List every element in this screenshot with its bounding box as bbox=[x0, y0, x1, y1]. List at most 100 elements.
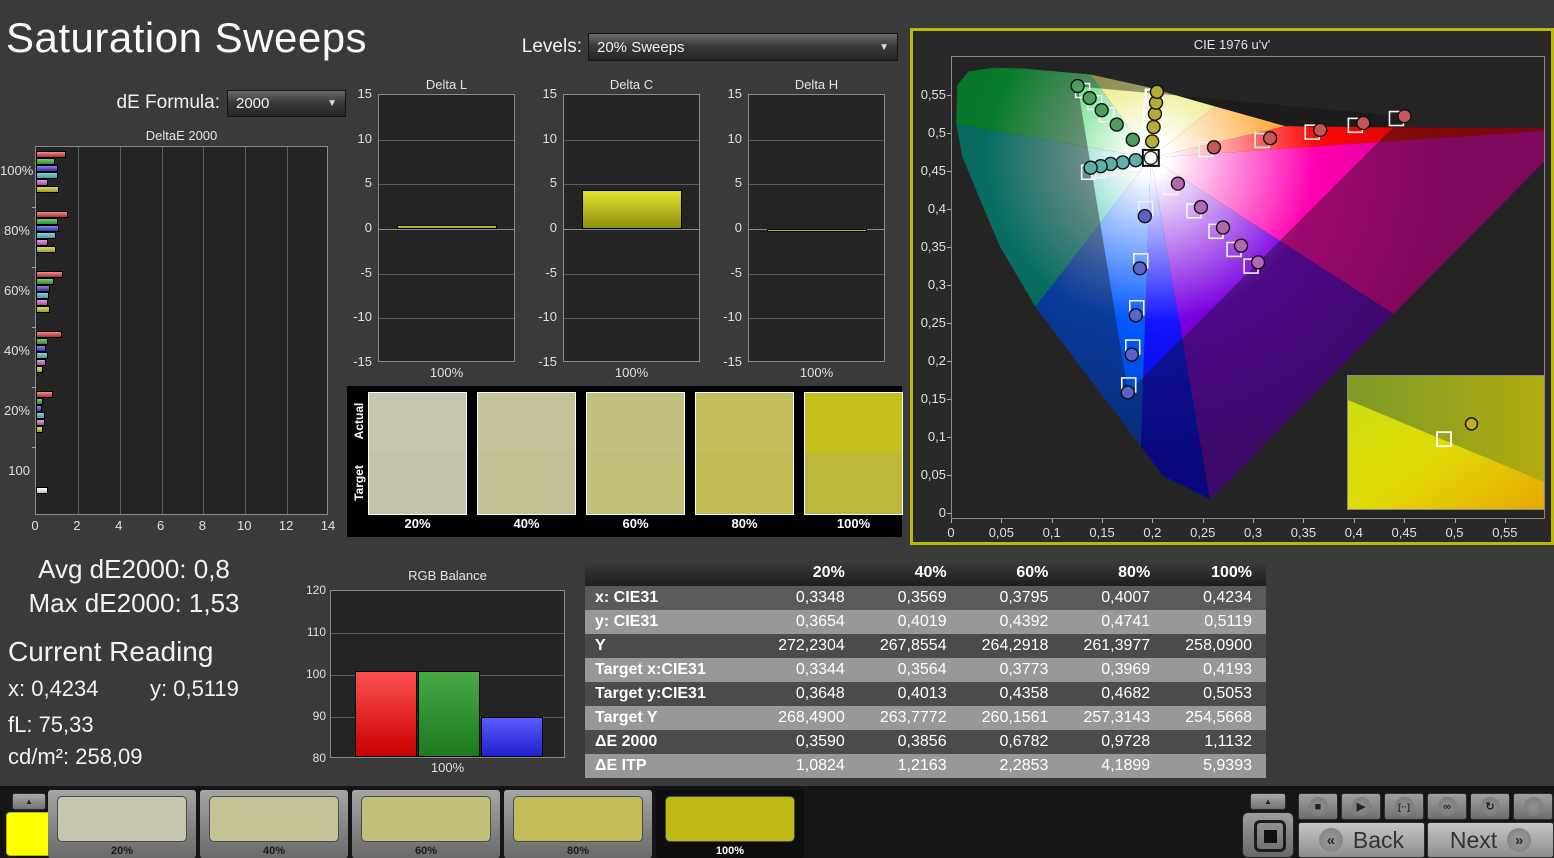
de-formula-value: 2000 bbox=[236, 95, 270, 112]
rgb-y-tick: 120 bbox=[305, 583, 326, 597]
table-cell: 0,3590 bbox=[757, 730, 859, 754]
table-cell: 268,4900 bbox=[757, 706, 859, 730]
sample-tile-20%[interactable]: 20% bbox=[48, 790, 196, 858]
table-cell: 0,9728 bbox=[1062, 730, 1165, 754]
pattern-window-button[interactable] bbox=[1242, 812, 1294, 858]
record-button[interactable] bbox=[1513, 793, 1553, 820]
deltae-bar-red bbox=[36, 271, 64, 278]
axis-tick bbox=[1202, 519, 1204, 523]
measured-point-marker bbox=[1115, 155, 1130, 170]
table-row-label: Target Y bbox=[585, 706, 757, 730]
grid-line bbox=[161, 147, 163, 514]
table-cell: 0,3344 bbox=[757, 658, 859, 682]
table-cell: 0,4013 bbox=[858, 682, 961, 706]
de-formula-dropdown[interactable]: 2000 ▼ bbox=[227, 90, 346, 117]
white-point-marker bbox=[1143, 150, 1158, 166]
back-button[interactable]: « Back bbox=[1298, 822, 1425, 858]
delta-y-tick: 15 bbox=[542, 86, 557, 101]
sample-tile-swatch bbox=[361, 796, 491, 842]
axis-tick bbox=[947, 95, 951, 96]
play-button[interactable]: ▶ bbox=[1341, 793, 1381, 820]
sample-tile-60%[interactable]: 60% bbox=[352, 790, 500, 858]
cie-title: CIE 1976 u'v' bbox=[1193, 37, 1271, 52]
cie-x-tick: 0,15 bbox=[1089, 525, 1115, 540]
axis-tick bbox=[947, 437, 951, 438]
de-formula-label: dE Formula: bbox=[116, 92, 220, 113]
deltae-bar-magenta bbox=[36, 419, 46, 426]
table-cell: 1,1132 bbox=[1164, 730, 1266, 754]
cie-y-tick: 0,2 bbox=[927, 353, 946, 368]
measured-point-marker bbox=[1128, 308, 1143, 323]
table-cell: 263,7772 bbox=[858, 706, 961, 730]
axis-tick bbox=[1152, 519, 1154, 523]
chevrons-right-icon: » bbox=[1507, 828, 1532, 852]
sample-swatch-target bbox=[805, 453, 902, 514]
table-cell: 254,5668 bbox=[1164, 706, 1266, 730]
measured-point-marker bbox=[1146, 119, 1161, 135]
grid-line bbox=[287, 147, 289, 514]
sample-swatch-target bbox=[369, 453, 466, 514]
sample-comparison-strip: Actual Target 20% 40% 60% 80% 100% bbox=[347, 386, 903, 537]
refresh-button[interactable]: ↻ bbox=[1470, 793, 1510, 820]
rgb-bar-red bbox=[355, 670, 417, 757]
sample-tile-label: 20% bbox=[110, 845, 134, 857]
deltae-x-tick: 10 bbox=[237, 518, 252, 533]
sample-tile-40%[interactable]: 40% bbox=[200, 790, 348, 858]
deltae-group-label: 20% bbox=[3, 403, 30, 418]
sample-tile-80%[interactable]: 80% bbox=[504, 790, 652, 858]
deltae-x-tick: 2 bbox=[73, 518, 81, 533]
delta-y-tick: 5 bbox=[734, 175, 742, 191]
cie-y-tick: 0,05 bbox=[920, 467, 946, 482]
reading-cdm2: cd/m²: 258,09 bbox=[8, 744, 143, 769]
cie-x-tick: 0,35 bbox=[1290, 525, 1317, 540]
table-cell: 0,3773 bbox=[960, 658, 1063, 682]
axis-tick bbox=[947, 171, 951, 172]
axis-tick bbox=[947, 323, 951, 324]
grid-line bbox=[379, 184, 514, 186]
delta-y-tick: 0 bbox=[364, 220, 372, 235]
table-cell: 2,2853 bbox=[960, 754, 1063, 778]
stop-button[interactable]: ■ bbox=[1298, 793, 1338, 820]
cie-x-tick: 0,55 bbox=[1492, 525, 1518, 540]
deltae-bar-magenta bbox=[36, 239, 48, 246]
expand-panel-button-left[interactable]: ▲ bbox=[12, 793, 46, 810]
deltae-bar-yellow bbox=[36, 426, 44, 433]
deltae-bar-red bbox=[36, 331, 63, 338]
deltae-bar-red bbox=[36, 211, 69, 218]
sample-tile-swatch bbox=[209, 796, 339, 842]
sample-swatch-label: 20% bbox=[404, 516, 431, 531]
sample-tile-100%[interactable]: 100% bbox=[656, 790, 804, 858]
continuous-icon: ∞ bbox=[1437, 797, 1457, 816]
grid-line bbox=[564, 229, 699, 230]
measured-point-marker bbox=[1083, 160, 1098, 175]
table-cell: 4,1899 bbox=[1062, 754, 1165, 778]
measured-point-marker bbox=[1082, 90, 1097, 106]
cie-y-tick: 0,45 bbox=[920, 163, 946, 178]
table-cell: 0,4682 bbox=[1062, 682, 1165, 706]
table-cell: 1,2163 bbox=[858, 754, 961, 778]
delta-y-tick: 15 bbox=[727, 86, 742, 101]
delta-y-tick: -5 bbox=[360, 264, 372, 280]
deltae-plot bbox=[32, 146, 328, 515]
sample-swatch-label: 80% bbox=[731, 516, 758, 531]
cie-x-tick: 0,4 bbox=[1344, 525, 1363, 540]
sample-swatch-actual bbox=[478, 393, 575, 454]
levels-dropdown[interactable]: 20% Sweeps ▼ bbox=[588, 33, 898, 61]
chevron-down-icon: ▼ bbox=[327, 98, 337, 109]
step-button[interactable]: [··] bbox=[1384, 793, 1424, 820]
delta-bar bbox=[397, 225, 497, 229]
cie-x-tick: 0,3 bbox=[1244, 525, 1263, 540]
delta-x-label: 100% bbox=[614, 365, 649, 380]
sample-swatch-actual bbox=[696, 393, 793, 454]
table-row-label: ΔE ITP bbox=[585, 754, 757, 778]
expand-panel-button-right[interactable]: ▲ bbox=[1250, 793, 1286, 810]
delta-y-tick: 10 bbox=[357, 130, 372, 146]
next-button[interactable]: Next » bbox=[1427, 822, 1554, 858]
delta-y-tick: 10 bbox=[542, 130, 557, 146]
deltae-bar-yellow bbox=[36, 246, 56, 253]
deltae-bar-magenta bbox=[36, 359, 47, 366]
axis-tick bbox=[32, 447, 36, 448]
grid-line bbox=[564, 318, 699, 320]
continuous-button[interactable]: ∞ bbox=[1427, 793, 1467, 820]
sample-swatch bbox=[477, 392, 576, 515]
